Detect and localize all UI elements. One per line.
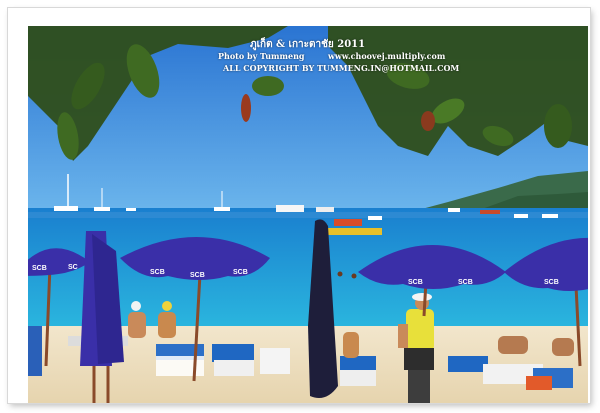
watermark-copyright: ALL COPYRIGHT BY TUMMENG.IN@HOTMAIL.COM bbox=[223, 63, 460, 73]
watermark-website: www.choovej.multiply.com bbox=[328, 51, 446, 61]
svg-text:SCB: SCB bbox=[150, 269, 165, 276]
svg-text:SCB: SCB bbox=[408, 279, 423, 286]
svg-text:SCB: SCB bbox=[190, 272, 205, 279]
svg-text:SCB: SCB bbox=[544, 279, 559, 286]
watermark-title: ภูเก็ต & เกาะตาชัย 2011 bbox=[250, 39, 366, 50]
svg-text:SC: SC bbox=[68, 264, 78, 271]
beach-photo: SCB SC SCB SCB SCB SCB SCB SCB ภูเก็ต & … bbox=[28, 26, 588, 403]
watermark-photo-credit: Photo by Tummeng bbox=[218, 51, 305, 61]
umbrella-logo: SCB bbox=[32, 265, 47, 272]
photo-frame: SCB SC SCB SCB SCB SCB SCB SCB ภูเก็ต & … bbox=[8, 8, 590, 403]
svg-text:SCB: SCB bbox=[233, 269, 248, 276]
svg-text:SCB: SCB bbox=[458, 279, 473, 286]
